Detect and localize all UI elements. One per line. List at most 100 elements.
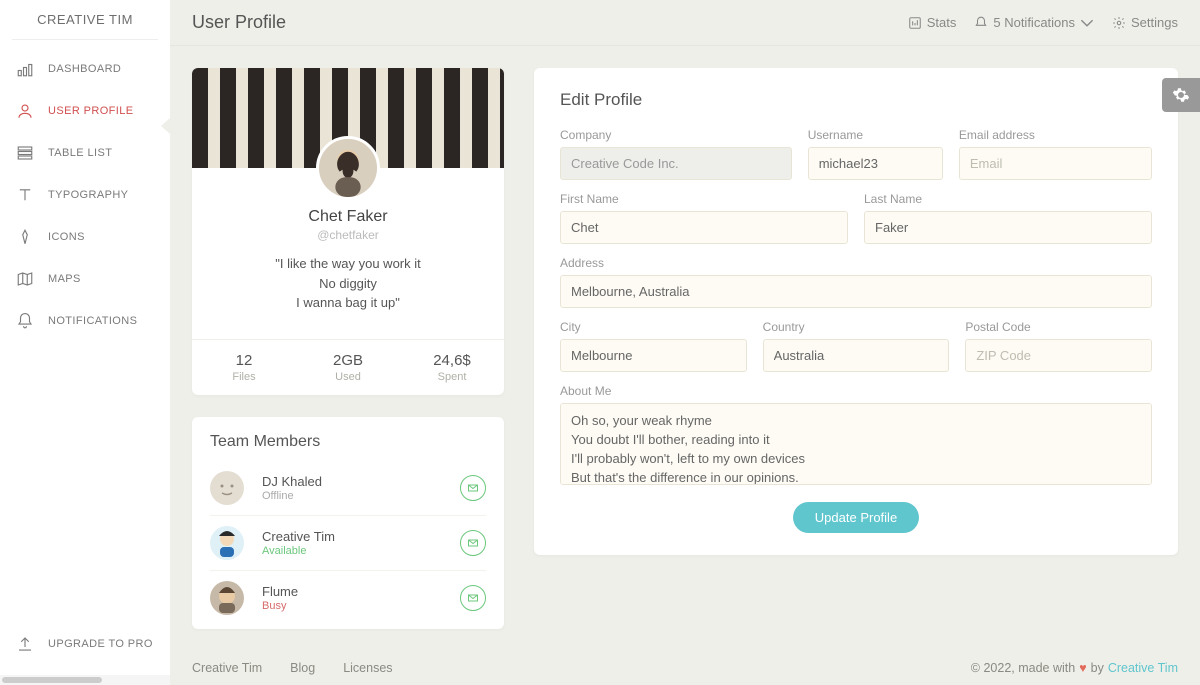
stat-label: Files xyxy=(192,371,296,383)
field-last-name: Last Name xyxy=(864,192,1152,244)
username-input[interactable] xyxy=(808,147,943,180)
field-first-name: First Name xyxy=(560,192,848,244)
stat-value: 12 xyxy=(192,352,296,369)
label: Email address xyxy=(959,128,1152,142)
team-member: DJ Khaled Offline xyxy=(210,461,486,515)
topbar-stats-label: Stats xyxy=(927,15,957,30)
address-input[interactable] xyxy=(560,275,1152,308)
member-avatar xyxy=(210,471,244,505)
member-status: Offline xyxy=(262,490,322,502)
form-title: Edit Profile xyxy=(560,90,1152,110)
footer: Creative Tim Blog Licenses © 2022, made … xyxy=(170,651,1200,685)
footer-link-author[interactable]: Creative Tim xyxy=(1108,661,1178,675)
stat-label: Used xyxy=(296,371,400,383)
sidebar-item-notifications[interactable]: NOTIFICATIONS xyxy=(6,300,164,342)
speedometer-icon xyxy=(16,60,34,78)
topbar-stats[interactable]: Stats xyxy=(908,15,957,30)
team-member: Flume Busy xyxy=(210,570,486,625)
city-input[interactable] xyxy=(560,339,747,372)
gear-icon xyxy=(1172,86,1190,104)
chart-icon xyxy=(908,16,922,30)
team-title: Team Members xyxy=(210,433,486,451)
gear-icon xyxy=(1112,16,1126,30)
sidebar-item-icons[interactable]: ICONS xyxy=(6,216,164,258)
about-textarea[interactable]: Oh so, your weak rhyme You doubt I'll bo… xyxy=(560,403,1152,485)
profile-stats: 12 Files 2GB Used 24,6$ Spent xyxy=(192,339,504,395)
sidebar-item-label: TABLE LIST xyxy=(48,147,112,159)
message-button[interactable] xyxy=(460,475,486,501)
stat-label: Spent xyxy=(400,371,504,383)
footer-link[interactable]: Creative Tim xyxy=(192,661,262,675)
email-input[interactable] xyxy=(959,147,1152,180)
scrollbar[interactable] xyxy=(0,675,170,685)
stat-spent: 24,6$ Spent xyxy=(400,340,504,395)
team-member: Creative Tim Available xyxy=(210,515,486,570)
edit-profile-card: Edit Profile Company Username Email addr… xyxy=(534,68,1178,555)
stat-value: 2GB xyxy=(296,352,400,369)
update-profile-button[interactable]: Update Profile xyxy=(793,502,919,533)
field-city: City xyxy=(560,320,747,372)
message-button[interactable] xyxy=(460,530,486,556)
label: Last Name xyxy=(864,192,1152,206)
pen-icon xyxy=(16,228,34,246)
sidebar-item-maps[interactable]: MAPS xyxy=(6,258,164,300)
field-address: Address xyxy=(560,256,1152,308)
sidebar-item-label: DASHBOARD xyxy=(48,63,121,75)
first-name-input[interactable] xyxy=(560,211,848,244)
member-name: Flume xyxy=(262,584,298,599)
label: City xyxy=(560,320,747,334)
member-status: Busy xyxy=(262,600,298,612)
upload-icon xyxy=(16,635,34,653)
last-name-input[interactable] xyxy=(864,211,1152,244)
sidebar-item-typography[interactable]: TYPOGRAPHY xyxy=(6,174,164,216)
avatar[interactable] xyxy=(316,136,380,200)
bell-icon xyxy=(974,16,988,30)
field-username: Username xyxy=(808,128,943,180)
label: Country xyxy=(763,320,950,334)
footer-link[interactable]: Licenses xyxy=(343,661,392,675)
label: Address xyxy=(560,256,1152,270)
sidebar-item-dashboard[interactable]: DASHBOARD xyxy=(6,48,164,90)
member-name: Creative Tim xyxy=(262,529,335,544)
footer-link[interactable]: Blog xyxy=(290,661,315,675)
stat-files: 12 Files xyxy=(192,340,296,395)
sidebar-item-label: USER PROFILE xyxy=(48,105,134,117)
field-email: Email address xyxy=(959,128,1152,180)
sidebar-item-label: NOTIFICATIONS xyxy=(48,315,137,327)
topbar-notifications-label: 5 Notifications xyxy=(993,15,1075,30)
field-country: Country xyxy=(763,320,950,372)
sidebar-upgrade[interactable]: UPGRADE TO PRO xyxy=(10,623,160,665)
country-input[interactable] xyxy=(763,339,950,372)
message-button[interactable] xyxy=(460,585,486,611)
stat-used: 2GB Used xyxy=(296,340,400,395)
topbar-settings-label: Settings xyxy=(1131,15,1178,30)
profile-name: Chet Faker xyxy=(208,208,488,226)
sidebar-item-table-list[interactable]: TABLE LIST xyxy=(6,132,164,174)
topbar-settings[interactable]: Settings xyxy=(1112,15,1178,30)
chevron-down-icon xyxy=(1080,16,1094,30)
label: First Name xyxy=(560,192,848,206)
cover-image xyxy=(192,68,504,168)
bell-icon xyxy=(16,312,34,330)
team-card: Team Members DJ Khaled Offline Creative … xyxy=(192,417,504,629)
member-avatar xyxy=(210,526,244,560)
envelope-icon xyxy=(467,537,479,549)
postal-code-input[interactable] xyxy=(965,339,1152,372)
copyright-by: by xyxy=(1091,661,1104,675)
heart-icon: ♥ xyxy=(1079,661,1086,675)
member-avatar xyxy=(210,581,244,615)
sidebar-item-label: TYPOGRAPHY xyxy=(48,189,128,201)
label: Username xyxy=(808,128,943,142)
settings-fab[interactable] xyxy=(1162,78,1200,112)
topbar-notifications[interactable]: 5 Notifications xyxy=(974,15,1094,30)
brand[interactable]: CREATIVE TIM xyxy=(0,0,170,39)
divider xyxy=(12,39,158,40)
field-company: Company xyxy=(560,128,792,180)
label: About Me xyxy=(560,384,1152,398)
profile-handle: @chetfaker xyxy=(208,228,488,242)
sidebar-item-user-profile[interactable]: USER PROFILE xyxy=(6,90,164,132)
sidebar-upgrade-label: UPGRADE TO PRO xyxy=(48,638,153,650)
member-name: DJ Khaled xyxy=(262,474,322,489)
copyright-prefix: © 2022, made with xyxy=(971,661,1075,675)
envelope-icon xyxy=(467,482,479,494)
